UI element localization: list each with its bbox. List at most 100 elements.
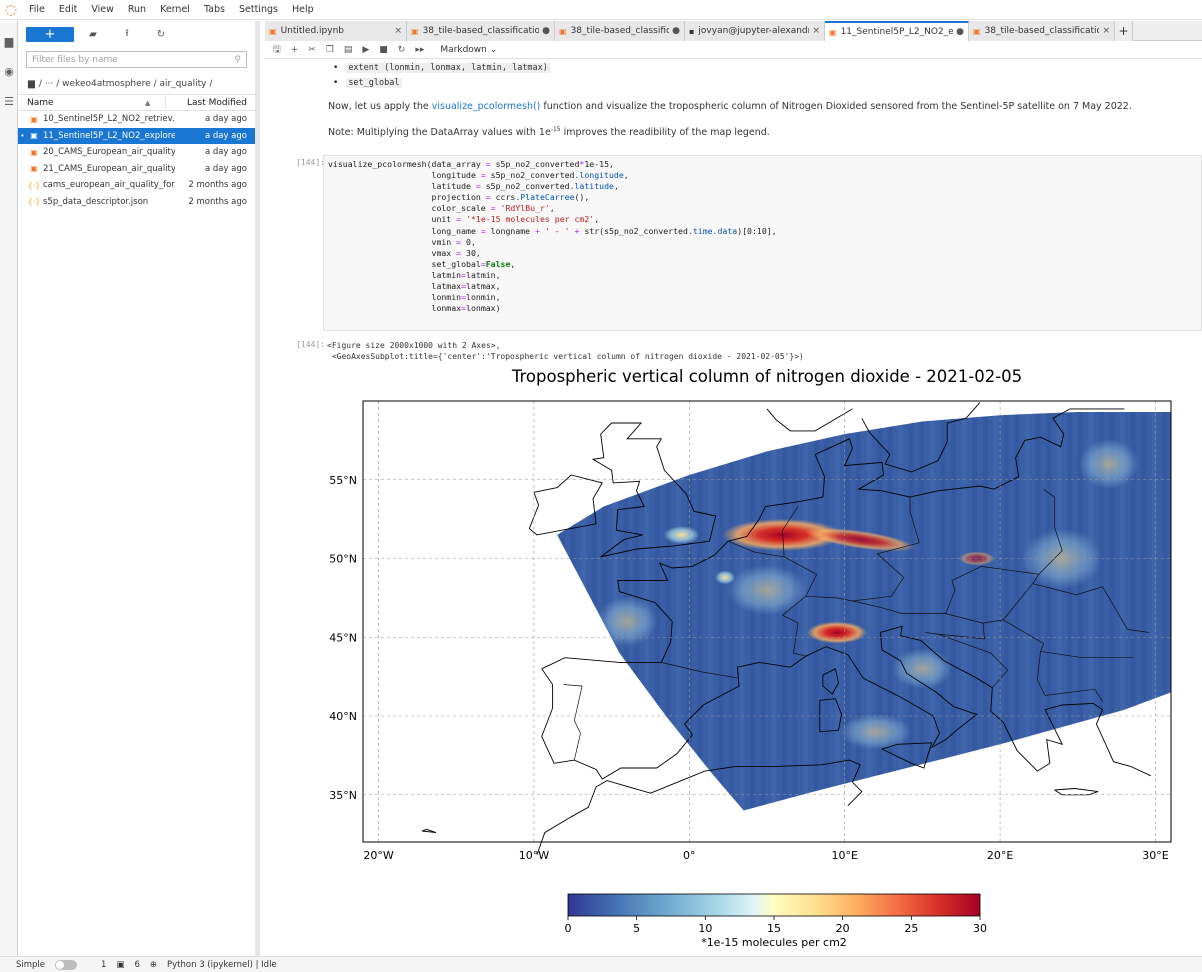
menubar: ◌ File Edit View Run Kernel Tabs Setting… [0, 0, 1202, 20]
cut-icon[interactable]: ✂ [308, 45, 316, 55]
y-tick-label: 55°N [329, 474, 357, 487]
file-row[interactable]: {·} s5p_data_descriptor.json 2 months ago [18, 194, 255, 211]
file-row[interactable]: ▣ 10_Sentinel5P_L2_NO2_retriev... a day ag… [18, 111, 255, 128]
breadcrumb-path[interactable]: / ··· / wekeo4atmosphere / air_quality / [39, 79, 212, 89]
close-tab-icon[interactable]: ● [542, 26, 550, 36]
colorbar-tick-label: 0 [565, 922, 572, 935]
tab-notebook[interactable]: ▣ Untitled.ipynb × [265, 21, 407, 41]
kernel-count[interactable]: 6 [134, 960, 139, 970]
new-tab-button[interactable]: + [1115, 21, 1133, 41]
tab-label: 38_tile-based_classification_v [422, 26, 540, 36]
save-icon[interactable]: 🖫 [273, 42, 281, 58]
menu-edit[interactable]: Edit [52, 4, 84, 15]
simple-mode-toggle[interactable] [55, 959, 78, 970]
y-tick-label: 45°N [329, 631, 357, 644]
menu-help[interactable]: Help [285, 4, 321, 15]
close-tab-icon[interactable]: ● [672, 26, 680, 36]
tab-notebook[interactable]: ▣11_Sentinel5P_L2_NO2_explo● [825, 21, 969, 41]
menu-file[interactable]: File [22, 4, 52, 15]
code-editor[interactable]: visualize_pcolormesh(data_array = s5p_no… [324, 156, 1201, 317]
x-tick-label: 0° [683, 849, 696, 862]
restart-icon[interactable]: ↻ [398, 45, 406, 55]
notebook-content[interactable]: • extent (lonmin, lonmax, latmin, latmax)… [265, 60, 1202, 955]
file-browser: + ▰ ⭱ ↻ Filter files by name ⚲ ▆ / ··· /… [18, 21, 260, 956]
list-item: • extent (lonmin, lonmax, latmin, latmax) [333, 62, 550, 73]
menu-tabs[interactable]: Tabs [197, 4, 232, 15]
home-folder-icon[interactable]: ▆ [28, 79, 35, 89]
code-cell[interactable]: visualize_pcolormesh(data_array = s5p_no… [323, 155, 1202, 331]
breadcrumb: ▆ / ··· / wekeo4atmosphere / air_quality… [18, 72, 255, 92]
menu-settings[interactable]: Settings [232, 4, 285, 15]
colorbar-tick-label: 25 [904, 922, 918, 935]
tab-notebook[interactable]: ▣38_tile-based_classification_v● [555, 21, 685, 41]
md-text: improves the readibility of the map lege… [560, 127, 770, 139]
file-row[interactable]: ▣ 20_CAMS_European_air_quality... a day ag… [18, 144, 255, 161]
close-tab-icon[interactable]: ● [956, 27, 964, 37]
file-row[interactable]: ▣ 21_CAMS_European_air_quality... a day ag… [18, 161, 255, 178]
column-modified-header[interactable]: Last Modified [165, 97, 255, 108]
md-text: Note: Multiplying the DataArray values w… [328, 127, 551, 139]
tab-notebook[interactable]: ▣38_tile-based_classification_v● [407, 21, 555, 41]
file-modified: a day ago [204, 147, 247, 158]
filter-placeholder: Filter files by name [32, 54, 118, 65]
swath-band [718, 412, 724, 811]
file-modified: 2 months ago [188, 180, 247, 191]
close-tab-icon[interactable]: × [394, 26, 402, 36]
new-folder-icon[interactable]: ▰ [78, 29, 108, 40]
swath-band [845, 412, 851, 811]
file-name: 20_CAMS_European_air_quality... [43, 147, 175, 158]
notebook-icon: ▣ [30, 147, 38, 157]
folder-icon[interactable]: ▆ [0, 31, 18, 51]
upload-icon[interactable]: ⭱ [112, 26, 142, 43]
sort-ascending-icon[interactable]: ▲ [145, 99, 165, 107]
list-item: • set_global [333, 77, 402, 88]
json-icon: {·} [27, 180, 41, 190]
swath-band [781, 412, 787, 811]
output-text: <Figure size 2000x1000 with 2 Axes>, <Ge… [327, 341, 804, 361]
terminal-count[interactable]: 1 [101, 960, 106, 970]
md-link[interactable]: visualize_pcolormesh() [432, 101, 541, 112]
insert-cell-icon[interactable]: + [291, 45, 299, 55]
stop-icon[interactable]: ■ [379, 45, 388, 55]
notebook-icon: ▣ [411, 26, 419, 36]
swath-band [803, 412, 809, 811]
new-launcher-button[interactable]: + [26, 26, 74, 42]
menu-kernel[interactable]: Kernel [153, 4, 197, 15]
tab-notebook[interactable]: ▪jovyan@jupyter-alexandre31× [685, 21, 825, 41]
running-sessions-icon[interactable]: ◉ [0, 61, 18, 81]
tab-bar: ▣ Untitled.ipynb × ▣ 38_tile-based_classific… [265, 21, 1202, 41]
x-tick-label: 20°E [987, 849, 1013, 862]
hotspot [715, 570, 736, 585]
tab-notebook[interactable]: ▣38_tile-based_classification_v× [969, 21, 1115, 41]
close-tab-icon[interactable]: × [812, 26, 820, 36]
paste-icon[interactable]: ▤ [344, 45, 353, 55]
table-of-contents-icon[interactable]: ☰ [0, 91, 18, 111]
swath-band [866, 412, 872, 811]
file-name: 21_CAMS_European_air_quality... [43, 163, 175, 174]
kernel-status[interactable]: Python 3 (ipykernel) | Idle [167, 960, 277, 970]
terminal-icon: ▪ [689, 26, 695, 36]
refresh-icon[interactable]: ↻ [146, 29, 176, 40]
column-name-header[interactable]: Name [18, 98, 145, 108]
close-tab-icon[interactable]: × [1102, 26, 1110, 36]
filter-files-input[interactable]: Filter files by name ⚲ [26, 51, 247, 68]
file-name: 11_Sentinel5P_L2_NO2_explore... [43, 130, 175, 141]
notebook-icon: ▣ [973, 26, 981, 36]
file-row[interactable]: • ▣ 11_Sentinel5P_L2_NO2_explore... a day a… [18, 127, 255, 144]
copy-icon[interactable]: ❐ [326, 45, 334, 55]
swath-band [813, 412, 819, 811]
file-list: ▣ 10_Sentinel5P_L2_NO2_retriev... a day ag… [18, 111, 255, 210]
inline-code: extent (lonmin, lonmax, latmin, latmax) [346, 62, 550, 73]
notebook-icon: ▣ [559, 26, 567, 36]
simple-mode-label: Simple [16, 959, 46, 970]
cell-type-dropdown[interactable]: Markdown ⌄ [440, 45, 497, 55]
jupyter-logo-icon: ◌ [4, 1, 18, 18]
run-all-icon[interactable]: ▸▸ [415, 45, 424, 55]
md-superscript: -15 [550, 126, 561, 133]
x-tick-label: 20°W [363, 849, 393, 862]
menu-run[interactable]: Run [121, 4, 153, 15]
run-icon[interactable]: ▶ [362, 45, 369, 55]
menu-view[interactable]: View [84, 4, 121, 15]
file-row[interactable]: {·} cams_european_air_quality_for... 2 mon… [18, 177, 255, 194]
file-name: s5p_data_descriptor.json [43, 196, 149, 207]
